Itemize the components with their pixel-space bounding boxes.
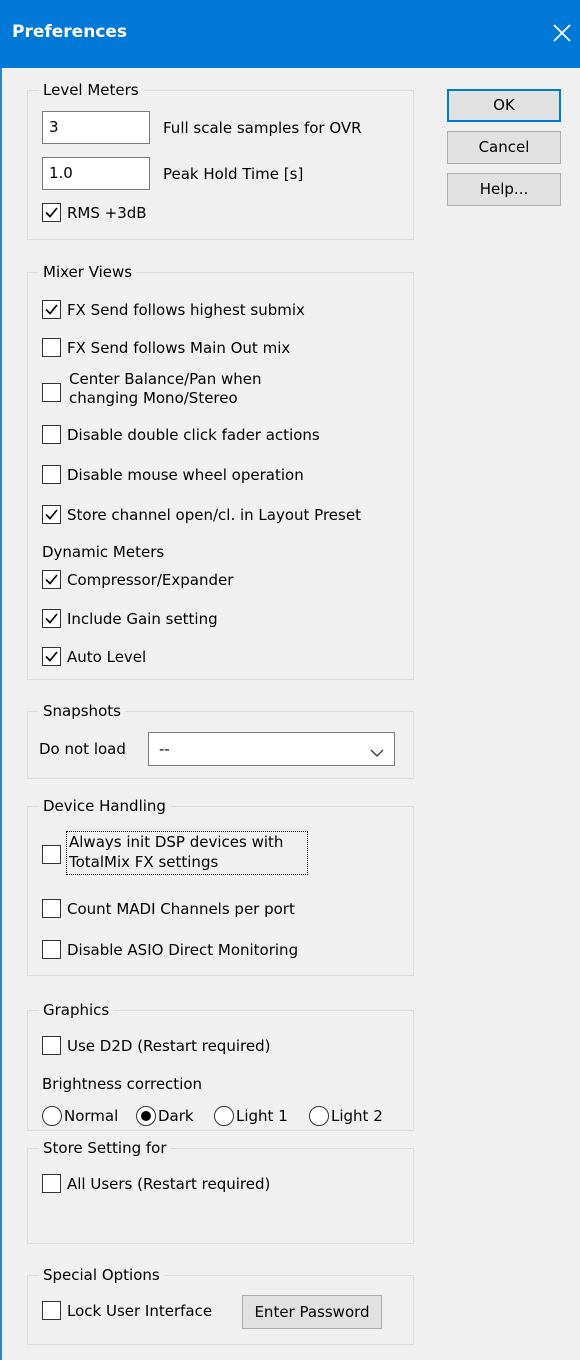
special-options-legend: Special Options bbox=[39, 1266, 164, 1284]
radio-light-1[interactable] bbox=[214, 1106, 234, 1126]
always-init-dsp-label-line2: TotalMix FX settings bbox=[69, 853, 219, 871]
peak-hold-time-label: Peak Hold Time [s] bbox=[163, 165, 304, 183]
snapshots-select[interactable]: -- bbox=[148, 732, 395, 766]
disable-asio-checkbox[interactable] bbox=[42, 940, 61, 959]
center-balance-checkbox[interactable] bbox=[42, 383, 61, 402]
radio-selected-dot bbox=[141, 1111, 151, 1121]
store-setting-group bbox=[27, 1148, 414, 1244]
all-users-checkbox[interactable] bbox=[42, 1174, 61, 1193]
lock-ui-label: Lock User Interface bbox=[67, 1302, 213, 1320]
disable-double-click-label: Disable double click fader actions bbox=[67, 426, 320, 444]
compressor-expander-checkbox[interactable] bbox=[42, 570, 61, 589]
title-bar: Preferences bbox=[0, 0, 580, 68]
rms-label: RMS +3dB bbox=[67, 204, 147, 222]
chevron-down-icon bbox=[370, 744, 384, 762]
ok-button[interactable]: OK bbox=[447, 89, 561, 122]
help-button[interactable]: Help... bbox=[447, 173, 561, 206]
include-gain-checkbox[interactable] bbox=[42, 609, 61, 628]
rms-checkbox[interactable] bbox=[42, 203, 61, 222]
snapshots-legend: Snapshots bbox=[39, 702, 125, 720]
dynamic-meters-label: Dynamic Meters bbox=[42, 543, 165, 561]
mixer-views-legend: Mixer Views bbox=[39, 263, 137, 281]
brightness-correction-label: Brightness correction bbox=[42, 1075, 203, 1093]
close-icon[interactable] bbox=[551, 22, 573, 44]
radio-dark-label: Dark bbox=[158, 1107, 194, 1125]
count-madi-checkbox[interactable] bbox=[42, 899, 61, 918]
disable-asio-label: Disable ASIO Direct Monitoring bbox=[67, 941, 299, 959]
device-handling-legend: Device Handling bbox=[39, 797, 170, 815]
enter-password-button[interactable]: Enter Password bbox=[242, 1295, 382, 1329]
center-balance-label-line1: Center Balance/Pan when bbox=[69, 370, 262, 388]
fx-send-highest-submix-label: FX Send follows highest submix bbox=[67, 301, 305, 319]
fx-send-highest-submix-checkbox[interactable] bbox=[42, 300, 61, 319]
cancel-button[interactable]: Cancel bbox=[447, 131, 561, 164]
store-setting-legend: Store Setting for bbox=[39, 1139, 171, 1157]
peak-hold-time-input[interactable]: 1.0 bbox=[42, 157, 150, 190]
snapshots-selected-value: -- bbox=[159, 740, 170, 758]
store-channel-label: Store channel open/cl. in Layout Preset bbox=[67, 506, 361, 524]
use-d2d-label: Use D2D (Restart required) bbox=[67, 1037, 271, 1055]
full-scale-samples-label: Full scale samples for OVR bbox=[163, 119, 362, 137]
disable-mouse-wheel-checkbox[interactable] bbox=[42, 465, 61, 484]
count-madi-label: Count MADI Channels per port bbox=[67, 900, 295, 918]
disable-mouse-wheel-label: Disable mouse wheel operation bbox=[67, 466, 304, 484]
include-gain-label: Include Gain setting bbox=[67, 610, 218, 628]
radio-dark[interactable] bbox=[136, 1106, 156, 1126]
snapshots-do-not-load-label: Do not load bbox=[39, 740, 126, 758]
radio-normal-label: Normal bbox=[64, 1107, 119, 1125]
radio-light-2[interactable] bbox=[309, 1106, 329, 1126]
all-users-label: All Users (Restart required) bbox=[67, 1175, 271, 1193]
radio-normal[interactable] bbox=[42, 1106, 62, 1126]
center-balance-label-line2: changing Mono/Stereo bbox=[69, 389, 238, 407]
always-init-dsp-checkbox[interactable] bbox=[42, 845, 61, 864]
full-scale-samples-input[interactable]: 3 bbox=[42, 111, 150, 144]
fx-send-main-out-checkbox[interactable] bbox=[42, 338, 61, 357]
always-init-dsp-label-line1: Always init DSP devices with bbox=[69, 833, 284, 851]
lock-ui-checkbox[interactable] bbox=[42, 1301, 61, 1320]
compressor-expander-label: Compressor/Expander bbox=[67, 571, 234, 589]
auto-level-checkbox[interactable] bbox=[42, 647, 61, 666]
radio-light-1-label: Light 1 bbox=[236, 1107, 288, 1125]
level-meters-legend: Level Meters bbox=[39, 81, 143, 99]
fx-send-main-out-label: FX Send follows Main Out mix bbox=[67, 339, 291, 357]
window-title: Preferences bbox=[12, 22, 128, 42]
disable-double-click-checkbox[interactable] bbox=[42, 425, 61, 444]
use-d2d-checkbox[interactable] bbox=[42, 1036, 61, 1055]
store-channel-checkbox[interactable] bbox=[42, 505, 61, 524]
graphics-legend: Graphics bbox=[39, 1001, 114, 1019]
auto-level-label: Auto Level bbox=[67, 648, 147, 666]
window-frame bbox=[0, 68, 2, 1360]
radio-light-2-label: Light 2 bbox=[331, 1107, 383, 1125]
